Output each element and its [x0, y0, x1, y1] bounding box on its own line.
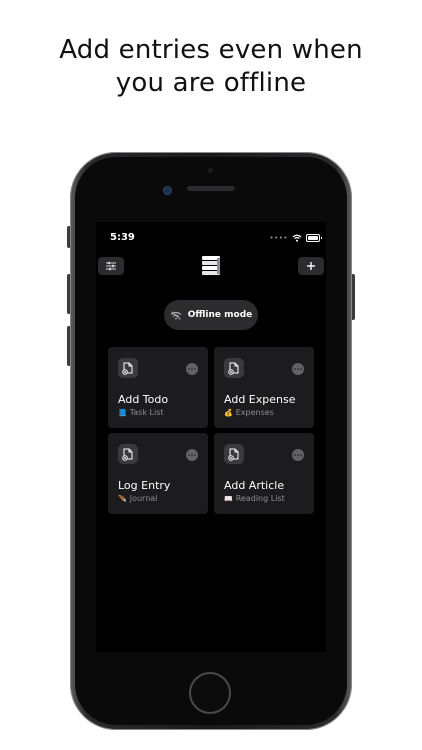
card-subtitle: 💰 Expenses [224, 408, 274, 417]
add-document-icon [224, 358, 244, 378]
stack-logo-icon [202, 256, 220, 275]
card-subtitle: 📘 Task List [118, 408, 164, 417]
money-bag-icon: 💰 [224, 408, 233, 417]
card-add-article[interactable]: Add Article 📖 Reading List [214, 433, 314, 514]
add-document-icon [118, 444, 138, 464]
earpiece-speaker [187, 186, 235, 191]
card-subtitle: 📖 Reading List [224, 494, 285, 503]
headline: Add entries even when you are offline [0, 34, 422, 100]
card-title: Add Article [224, 479, 285, 492]
offline-mode-label: Offline mode [187, 310, 253, 320]
card-title: Add Todo [118, 393, 169, 406]
quick-actions-grid: Add Todo 📘 Task List Add Expense 💰 Expen… [108, 347, 314, 514]
open-book-icon: 📖 [224, 494, 233, 503]
wifi-icon [292, 234, 302, 242]
more-options-icon[interactable] [186, 449, 198, 461]
card-subtitle-text: Journal [129, 494, 158, 503]
front-camera-icon [163, 186, 172, 195]
more-options-icon[interactable] [292, 363, 304, 375]
card-subtitle-text: Expenses [235, 408, 274, 417]
more-options-icon[interactable] [292, 449, 304, 461]
sliders-icon [106, 261, 116, 271]
headline-line-1: Add entries even when [59, 35, 363, 65]
feather-icon: 🪶 [118, 494, 127, 503]
card-subtitle: 🪶 Journal [118, 494, 157, 503]
status-icons: •••• [269, 232, 322, 244]
signal-dots-icon: •••• [269, 234, 288, 242]
more-options-icon[interactable] [186, 363, 198, 375]
add-button[interactable] [298, 257, 324, 275]
offline-mode-badge: Offline mode [164, 300, 258, 330]
battery-icon [306, 234, 322, 242]
app-screen: 5:39 •••• Offline mode Add Todo 📘 Task L… [96, 222, 326, 652]
proximity-sensor [208, 168, 213, 173]
settings-sliders-button[interactable] [98, 257, 124, 275]
wifi-off-icon [170, 310, 182, 320]
add-document-icon [224, 444, 244, 464]
card-add-expense[interactable]: Add Expense 💰 Expenses [214, 347, 314, 428]
card-add-todo[interactable]: Add Todo 📘 Task List [108, 347, 208, 428]
home-button[interactable] [189, 672, 231, 714]
add-document-icon [118, 358, 138, 378]
book-icon: 📘 [118, 408, 127, 417]
status-time: 5:39 [110, 232, 135, 243]
card-title: Add Expense [224, 393, 296, 406]
card-subtitle-text: Task List [129, 408, 164, 417]
plus-icon [307, 262, 315, 270]
card-log-entry[interactable]: Log Entry 🪶 Journal [108, 433, 208, 514]
headline-line-2: you are offline [115, 68, 307, 98]
card-subtitle-text: Reading List [235, 494, 285, 503]
card-title: Log Entry [118, 479, 171, 492]
